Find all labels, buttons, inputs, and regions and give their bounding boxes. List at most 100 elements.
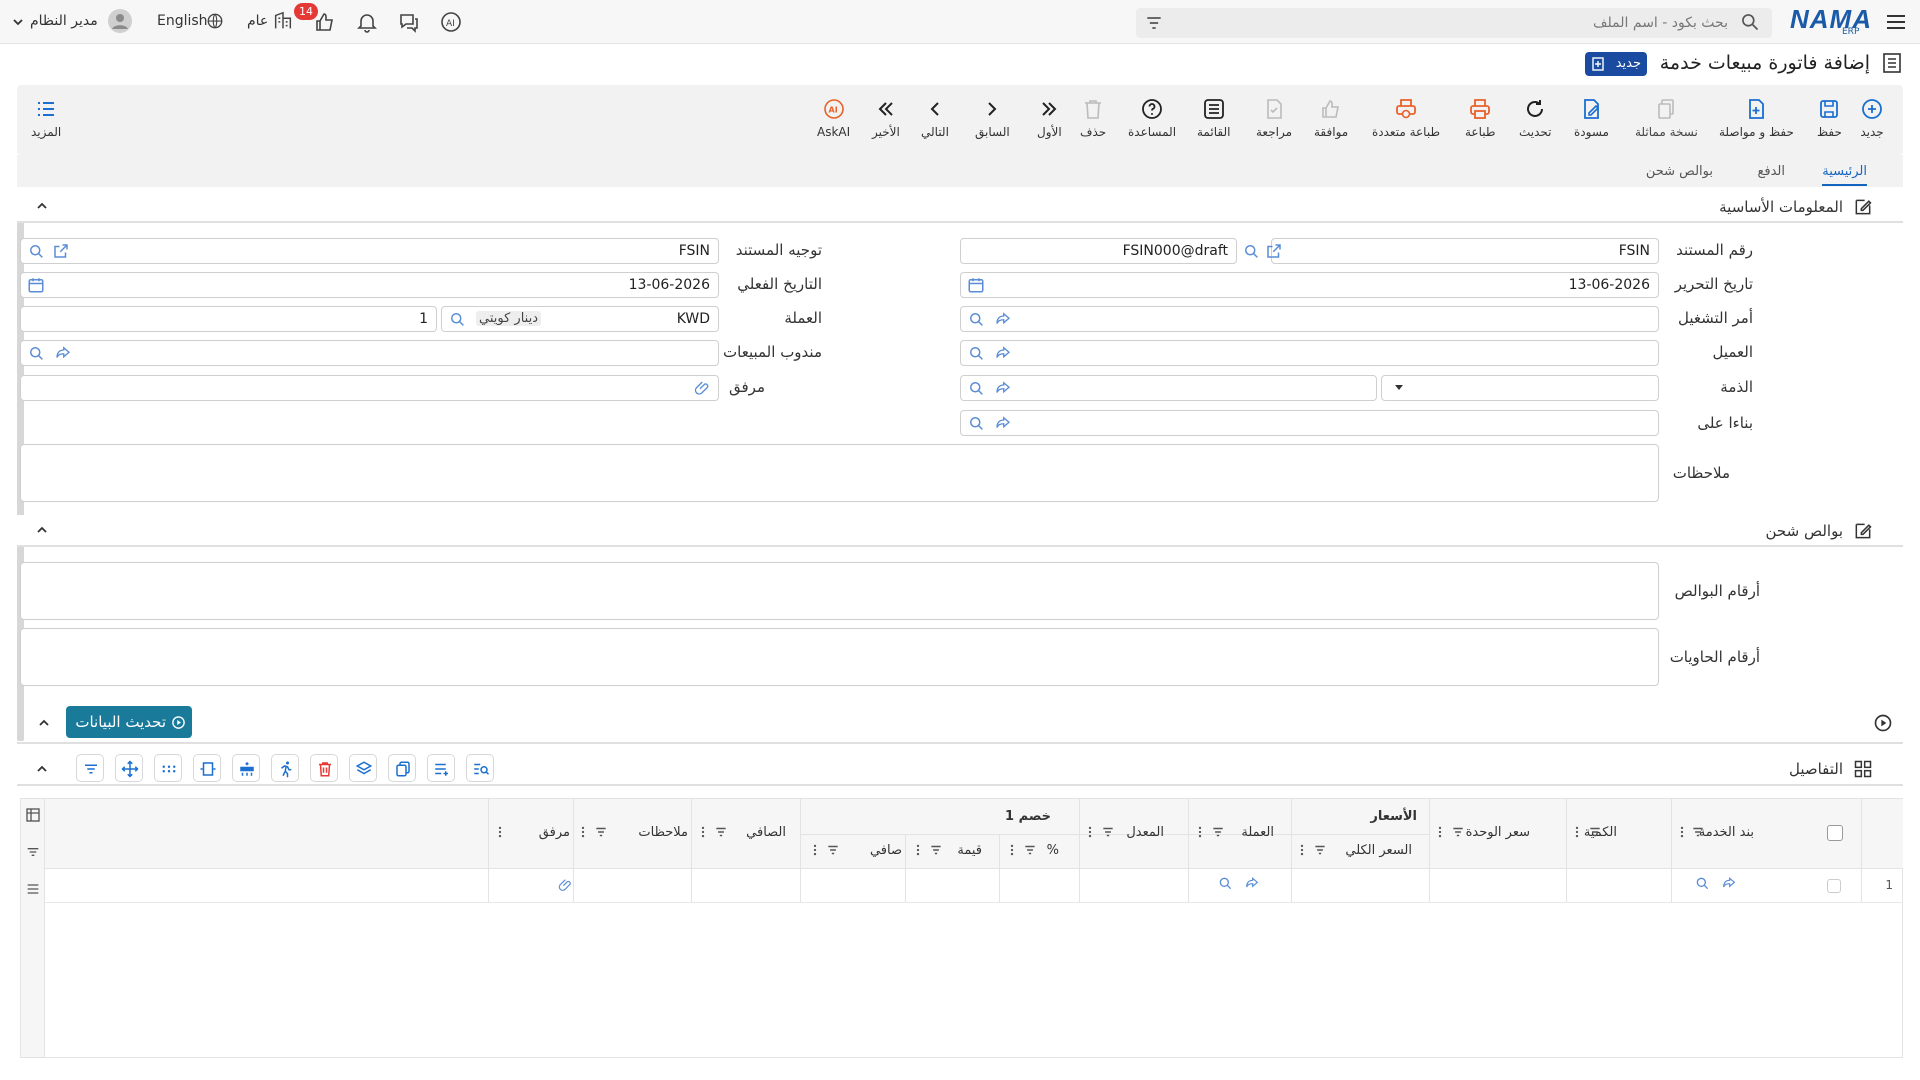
col-unit-price[interactable]: سعر الوحدة [1466,825,1530,840]
avatar[interactable] [108,9,132,33]
building-icon[interactable] [272,10,296,34]
based-on-field[interactable] [960,410,1659,436]
update-data-button[interactable]: تحديث البيانات [66,706,192,738]
filter-icon[interactable] [1691,825,1705,839]
user-name[interactable]: مدير النظام [30,13,98,29]
table-row[interactable]: 1 [45,869,1903,903]
col-net[interactable]: الصافي [746,825,786,840]
table-settings-icon[interactable] [25,807,41,823]
share-arrow-icon[interactable] [994,379,1012,397]
share-arrow-icon[interactable] [54,344,72,362]
column-menu-icon[interactable] [1677,825,1687,839]
play-circle-icon[interactable] [1873,713,1893,733]
nama-logo[interactable]: NAMA ERP [1790,4,1871,38]
delete-button[interactable]: حذف [1080,97,1106,139]
currency-rate-field[interactable]: 1 [20,306,437,332]
askai-button[interactable]: AI AskAI [817,97,850,139]
column-menu-icon[interactable] [1435,825,1445,839]
search-refresh-icon[interactable] [448,310,466,328]
filter-icon[interactable] [1451,825,1465,839]
grid-layers-button[interactable] [349,754,377,782]
previous-button[interactable]: السابق [975,97,1010,139]
account-field[interactable] [960,375,1377,401]
filter-icon[interactable] [1023,843,1037,857]
tab-shipping-policies[interactable]: بوالص شحن [1646,164,1713,179]
search-input[interactable]: بحث بكود - اسم الملف [1593,15,1728,31]
search-refresh-icon[interactable] [27,344,45,362]
col-rate[interactable]: المعدل [1126,825,1164,840]
search-refresh-icon[interactable] [967,310,985,328]
currency-field[interactable]: KWD دينار كويتي [441,306,719,332]
more-button[interactable]: المزيد [31,97,61,139]
search-icon[interactable] [1740,12,1760,32]
actual-date-field[interactable]: 13-06-2026 [20,272,719,298]
column-menu-icon[interactable] [698,825,708,839]
grid-search-button[interactable] [466,754,494,782]
column-menu-icon[interactable] [1085,825,1095,839]
grid-run-button[interactable] [271,754,299,782]
sales-rep-field[interactable] [20,340,719,366]
col-currency[interactable]: العملة [1241,825,1274,840]
col-notes[interactable]: ملاحظات [638,825,688,840]
filter-icon[interactable] [1313,843,1327,857]
share-arrow-icon[interactable] [1721,875,1737,891]
chevron-up-icon[interactable] [35,523,49,537]
doc-number-field[interactable]: FSIN000@draft [960,238,1237,264]
external-link-icon[interactable] [52,242,70,260]
share-arrow-icon[interactable] [994,310,1012,328]
search-refresh-icon[interactable] [967,414,985,432]
globe-icon[interactable] [206,12,224,30]
search-refresh-icon[interactable] [967,344,985,362]
section-details[interactable]: التفاصيل [17,752,1903,786]
col-discount-value[interactable]: قيمة [957,843,982,858]
duplicate-button[interactable]: نسخة مماثلة [1635,97,1698,139]
share-arrow-icon[interactable] [994,414,1012,432]
filter-icon[interactable] [714,825,728,839]
approve-button[interactable]: موافقة [1314,97,1348,139]
calendar-icon[interactable] [27,276,45,294]
policy-numbers-textarea[interactable] [20,562,1659,620]
scope-label[interactable]: عام [247,13,268,29]
grid-fit-columns-button[interactable] [193,754,221,782]
grid-copy-button[interactable] [388,754,416,782]
col-discount-net[interactable]: صافي [870,843,902,858]
col-total-price[interactable]: السعر الكلي [1345,843,1412,858]
grid-dots-button[interactable] [154,754,182,782]
column-menu-icon[interactable] [1572,825,1582,839]
refresh-button[interactable]: تحديث [1519,97,1552,139]
last-button[interactable]: الأخير [872,97,900,139]
external-link-icon[interactable] [1265,242,1283,260]
column-menu-icon[interactable] [578,825,588,839]
edit-date-field[interactable]: 13-06-2026 [960,272,1659,298]
list-button[interactable]: القائمة [1197,97,1230,139]
new-button[interactable]: جديد [1860,97,1884,139]
hamburger-menu-icon[interactable] [1884,10,1908,34]
ai-icon[interactable]: AI [439,10,463,34]
filter-icon[interactable] [1144,13,1164,33]
grid-delete-button[interactable] [310,754,338,782]
paperclip-icon[interactable] [694,379,712,397]
chevron-up-icon[interactable] [35,762,49,776]
col-attachment[interactable]: مرفق [539,825,570,840]
search-refresh-icon[interactable] [1694,875,1710,891]
calendar-icon[interactable] [967,276,985,294]
filter-lines-icon[interactable] [25,844,41,860]
tab-payment[interactable]: الدفع [1757,164,1785,179]
work-order-field[interactable] [960,306,1659,332]
column-menu-icon[interactable] [1007,843,1017,857]
grid-filter-button[interactable] [76,754,104,782]
chat-icon[interactable] [397,10,421,34]
chevron-up-icon[interactable] [37,716,51,730]
doc-number-code-field[interactable]: FSIN [1245,238,1659,264]
column-menu-icon[interactable] [1297,843,1307,857]
search-refresh-icon[interactable] [27,242,45,260]
customer-field[interactable] [960,340,1659,366]
doc-direction-field[interactable]: FSIN [20,238,719,264]
search-refresh-icon[interactable] [1242,242,1260,260]
section-basic-info[interactable]: المعلومات الأساسية [17,191,1903,223]
caret-down-icon[interactable] [1392,380,1406,394]
search-bar[interactable]: بحث بكود - اسم الملف [1136,8,1772,38]
notes-textarea[interactable] [20,444,1659,502]
row-checkbox[interactable] [1827,879,1841,893]
account-type-select[interactable] [1381,375,1659,401]
